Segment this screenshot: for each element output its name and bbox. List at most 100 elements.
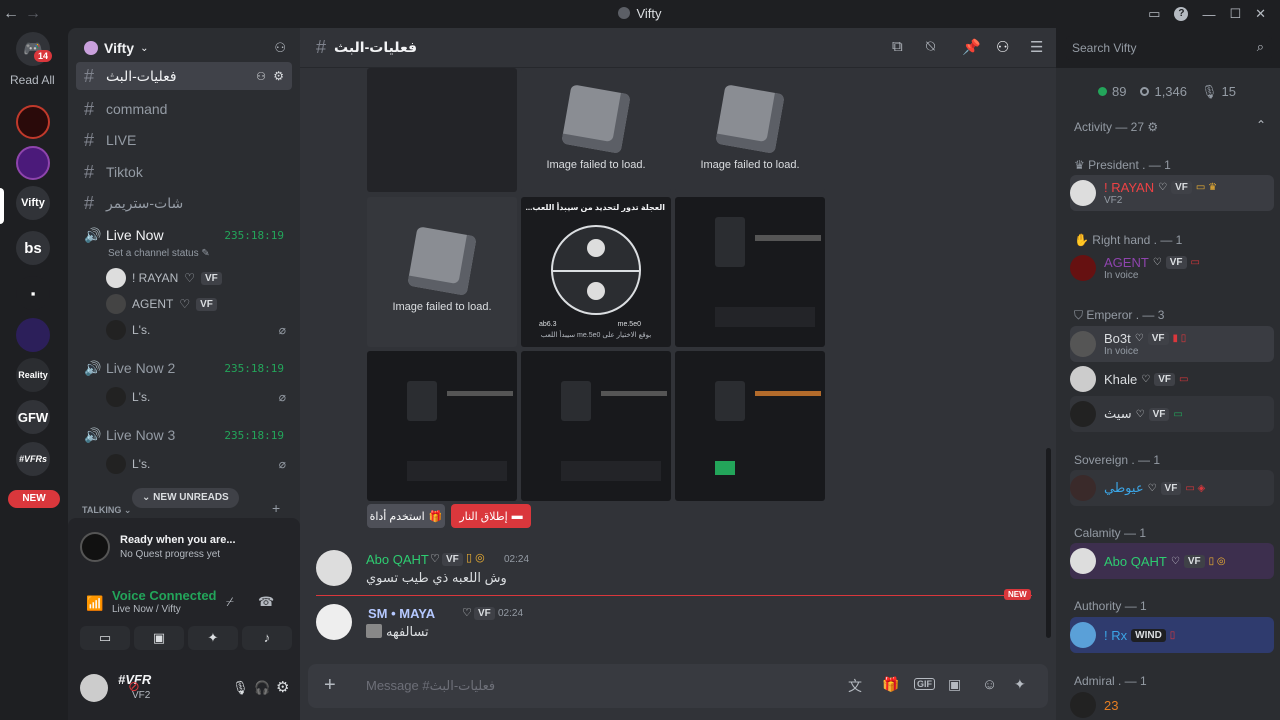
soundboard-button[interactable]: ♪	[242, 626, 292, 650]
image-tile-dark[interactable]	[367, 68, 517, 192]
message-author[interactable]: SM • MAYA	[368, 606, 435, 621]
voice-user[interactable]: L's. ⌀	[106, 318, 286, 342]
member-status: In voice	[1104, 270, 1139, 281]
voice-location[interactable]: Live Now / Vifty	[112, 604, 181, 615]
emoji-icon[interactable]: ☺	[982, 676, 997, 693]
member-item[interactable]: 23	[1070, 691, 1274, 719]
image-tile-failed[interactable]: Image failed to load.	[367, 197, 517, 347]
channel-item-tiktok[interactable]: # Tiktok	[76, 158, 292, 186]
avatar[interactable]	[316, 604, 352, 640]
avatar[interactable]	[316, 550, 352, 586]
collapse-chevron-icon[interactable]: ⌃	[1256, 118, 1266, 132]
pin-icon[interactable]: 📌	[962, 38, 981, 56]
image-tile-failed[interactable]: Image failed to load.	[675, 68, 825, 192]
voice-user[interactable]: L's. ⌀	[106, 385, 286, 409]
voice-channel-live-now[interactable]: 🔊 Live Now 235:18:19	[76, 223, 292, 247]
server-icon-gfw[interactable]: GFW	[16, 400, 50, 434]
voice-channel-live-now-3[interactable]: 🔊 Live Now 3 235:18:19	[76, 423, 292, 447]
self-avatar[interactable]	[80, 674, 108, 702]
member-item[interactable]: سيث ♡ VF ▭	[1070, 396, 1274, 432]
voice-user[interactable]: AGENT ♡ VF	[106, 292, 217, 316]
server-icon-red[interactable]	[16, 105, 50, 139]
headphones-icon[interactable]: 🎧	[254, 680, 270, 696]
new-unreads-pill[interactable]: ⌄ NEW UNREADS	[132, 488, 239, 508]
add-member-icon[interactable]: ⚇	[274, 40, 286, 56]
translate-icon[interactable]: 文	[848, 676, 862, 696]
member-item[interactable]: ! RAYAN ♡ VF ▭ ♛ VF2	[1070, 175, 1274, 211]
image-tile-game-panel[interactable]	[675, 197, 825, 347]
inbox-thread-icon[interactable]: ☰	[1030, 38, 1043, 56]
scrollbar-thumb[interactable]	[1046, 448, 1051, 638]
channel-item-streamer-chat[interactable]: # شات-ستريمر	[76, 189, 292, 217]
maximize-icon[interactable]: ☐	[1229, 6, 1241, 22]
message-composer[interactable]: + Message #فعليات-البث 文 🎁 GIF ▣ ☺ ✦	[308, 664, 1048, 708]
server-icon-reality[interactable]: Reality	[16, 358, 50, 392]
quest-panel[interactable]: Ready when you are... No Quest progress …	[68, 518, 300, 578]
channel-item-command[interactable]: # command	[76, 95, 292, 123]
activities-button[interactable]: ✦	[188, 626, 238, 650]
message-author[interactable]: Abo QAHT	[366, 552, 429, 567]
invite-icon[interactable]: ⚇	[256, 70, 266, 83]
channel-item-live[interactable]: # LIVE	[76, 126, 292, 154]
channel-status-hint[interactable]: Set a channel status ✎	[108, 248, 210, 259]
message-input[interactable]: Message #فعليات-البث	[366, 678, 495, 694]
member-item[interactable]: AGENT ♡ VF ▭ In voice	[1070, 250, 1274, 286]
member-item[interactable]: Bo3t ♡ VF ▮ ▯ In voice	[1070, 326, 1274, 362]
voice-channel-live-now-2[interactable]: 🔊 Live Now 2 235:18:19	[76, 356, 292, 380]
threads-icon[interactable]: ⧉	[892, 38, 903, 55]
activity-section-header[interactable]: Activity — 27 ⚙	[1074, 120, 1158, 134]
server-icon-vifty[interactable]: Vifty	[16, 186, 50, 220]
server-icon-galaxy[interactable]	[16, 318, 50, 352]
image-tile-game-panel[interactable]	[367, 351, 517, 501]
gift-icon[interactable]: 🎁	[882, 676, 899, 693]
camera-off-button[interactable]: ▭	[80, 626, 130, 650]
new-pill[interactable]: NEW	[8, 490, 60, 508]
heart-icon: ♡	[179, 297, 191, 311]
voice-user[interactable]: ! RAYAN ♡ VF	[106, 266, 222, 290]
close-icon[interactable]: ✕	[1255, 6, 1266, 22]
member-item[interactable]: ! Rx WIND ▯	[1070, 617, 1274, 653]
notifications-off-icon[interactable]: ⍉	[926, 38, 935, 55]
video-off-button-icon[interactable]: ⊘	[128, 678, 140, 695]
screen-share-button[interactable]: ▣	[134, 626, 184, 650]
add-attachment-icon[interactable]: +	[324, 674, 336, 697]
user-settings-icon[interactable]: ⚙	[276, 678, 289, 696]
talking-category[interactable]: TALKING ⌄	[82, 505, 131, 516]
member-item[interactable]: عيوطي ♡ VF ▭ ◈	[1070, 470, 1274, 506]
add-channel-icon[interactable]: +	[272, 500, 280, 516]
server-icon-vfrs[interactable]: #VFRs	[16, 442, 50, 476]
help-icon[interactable]: ?	[1174, 7, 1189, 21]
avatar	[1070, 255, 1096, 281]
message[interactable]: SM • MAYA ♡ VF 02:24 تسالفهه	[300, 600, 1040, 648]
use-tool-button[interactable]: استخدم أداة 🎁	[367, 504, 445, 528]
apps-icon[interactable]: ✦	[1014, 676, 1026, 693]
image-tile-wheel[interactable]: ...العجلة تدور لتحديد من سيبدأ اللعب ab6…	[521, 197, 671, 347]
guild-tag: VF	[1160, 481, 1182, 495]
image-tile-game-panel[interactable]	[521, 351, 671, 501]
image-tile-game-panel[interactable]	[675, 351, 825, 501]
fire-button[interactable]: إطلاق النار ▬	[451, 504, 531, 528]
deafened-icon: ⌀	[278, 457, 286, 471]
gif-icon[interactable]: GIF	[914, 678, 935, 690]
member-item[interactable]: Abo QAHT ♡ VF ▯ ◎	[1070, 543, 1274, 579]
microphone-icon[interactable]: 🎙	[232, 680, 249, 696]
voice-status[interactable]: Voice Connected	[112, 588, 217, 603]
message[interactable]: Abo QAHT ♡ VF ▯ ◎ 02:24 وش اللعبه ذي طيب…	[300, 546, 1040, 594]
minimize-icon[interactable]: —	[1202, 7, 1215, 22]
member-list-icon[interactable]: ⚇	[996, 38, 1009, 56]
image-tile-failed[interactable]: Image failed to load.	[521, 68, 671, 192]
member-item[interactable]: Khale ♡ VF ▭	[1070, 361, 1274, 397]
sticker-button-icon[interactable]: ▣	[948, 676, 961, 693]
speaker-icon: 🔊	[84, 226, 102, 243]
server-icon-purple[interactable]	[16, 146, 50, 180]
channel-item-active[interactable]: # فعليات-البث ⚇ ⚙	[76, 62, 292, 90]
settings-gear-icon[interactable]: ⚙	[273, 69, 284, 83]
search-input[interactable]: Search Vifty ⌕	[1066, 36, 1272, 60]
noise-suppression-icon[interactable]: ⌿	[226, 594, 234, 610]
server-icon-bs[interactable]: bs	[16, 231, 50, 265]
inbox-icon[interactable]: ▭	[1148, 6, 1160, 22]
read-all-button[interactable]: Read All	[10, 73, 55, 87]
folder-icon[interactable]: ▪	[16, 276, 50, 310]
voice-user[interactable]: L's. ⌀	[106, 452, 286, 476]
disconnect-icon[interactable]: ☎	[258, 594, 274, 610]
